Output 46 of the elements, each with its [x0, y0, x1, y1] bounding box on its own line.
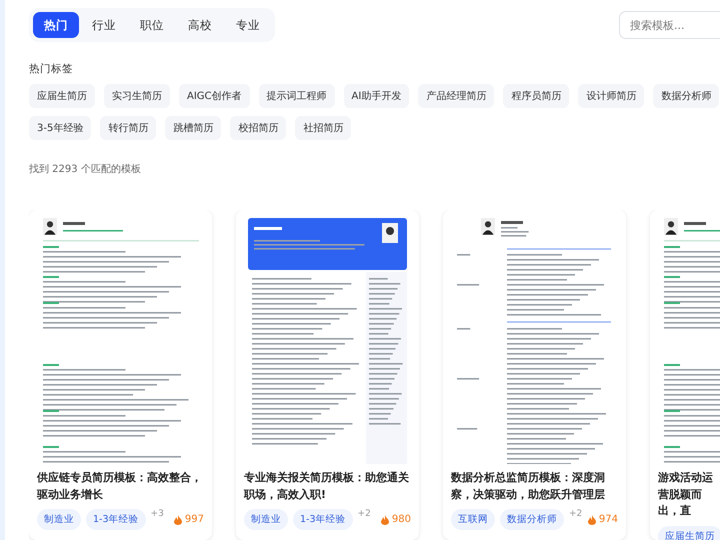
template-card[interactable]: 供应链专员简历模板：高效整合，驱动业务增长 制造业 1-3年经验 +3 997	[29, 210, 212, 540]
hot-tag[interactable]: 数据分析师	[653, 84, 720, 108]
popularity-value: 997	[184, 514, 204, 526]
result-count: 找到 2293 个匹配的模板	[29, 162, 142, 176]
category-tab[interactable]: 专业	[225, 12, 271, 38]
hot-tag[interactable]: 转行简历	[100, 116, 156, 140]
template-tag: 数据分析师	[500, 509, 564, 530]
hot-tag[interactable]: 应届生简历	[29, 84, 95, 108]
template-title: 数据分析总监简历模板：深度洞察，决策驱动，助您跃升管理层	[451, 470, 606, 503]
more-tags-count: +3	[150, 509, 164, 520]
category-tab[interactable]: 职位	[129, 12, 175, 38]
hot-tag[interactable]: 设计师简历	[578, 84, 644, 108]
template-tag: 1-3年经验	[293, 509, 353, 530]
template-title: 专业海关报关简历模板：助您通关职场，高效入职!	[244, 470, 410, 503]
hot-tag[interactable]: 跳槽简历	[165, 116, 222, 140]
template-card[interactable]: 数据分析总监简历模板：深度洞察，决策驱动，助您跃升管理层 互联网 数据分析师 +2 974	[443, 210, 626, 540]
template-title: 游戏活动运营脱颖而出，直	[658, 470, 714, 520]
popularity-value: 980	[392, 514, 411, 526]
popularity-value: 974	[598, 514, 618, 526]
flame-icon	[588, 514, 596, 525]
more-tags-count: +2	[358, 509, 371, 520]
hot-tag[interactable]: 3-5年经验	[29, 116, 92, 140]
template-card[interactable]: 游戏活动运营脱颖而出，直 应届生简历	[650, 210, 720, 540]
flame-icon	[174, 514, 182, 525]
flame-icon	[380, 514, 389, 525]
section-label: 热门标签	[29, 62, 74, 76]
hot-tag[interactable]: 程序员简历	[503, 84, 570, 108]
hot-tag[interactable]: 产品经理简历	[418, 84, 494, 108]
hot-tag[interactable]: 实习生简历	[104, 84, 170, 108]
template-tag: 制造业	[244, 509, 288, 530]
template-tag: 互联网	[451, 509, 495, 530]
hot-tag[interactable]: 提示词工程师	[258, 84, 335, 108]
hot-tag[interactable]: 社招简历	[295, 116, 352, 140]
hot-tag[interactable]: AIGC创作者	[179, 84, 250, 108]
search-field[interactable]: 搜索模板...	[619, 11, 720, 39]
hot-tag[interactable]: AI助手开发	[344, 84, 410, 108]
template-tag: 应届生简历	[658, 526, 720, 540]
more-tags-count: +2	[569, 509, 582, 520]
hot-tag[interactable]: 校招简历	[230, 116, 286, 140]
category-tab[interactable]: 高校	[177, 12, 223, 38]
category-tab[interactable]: 行业	[81, 12, 127, 38]
category-tab[interactable]: 热门	[33, 12, 79, 38]
template-tag: 1-3年经验	[86, 509, 146, 530]
template-title: 供应链专员简历模板：高效整合，驱动业务增长	[37, 470, 203, 503]
template-card[interactable]: 专业海关报关简历模板：助您通关职场，高效入职! 制造业 1-3年经验 +2 980	[236, 210, 419, 540]
template-tag: 制造业	[37, 509, 81, 530]
